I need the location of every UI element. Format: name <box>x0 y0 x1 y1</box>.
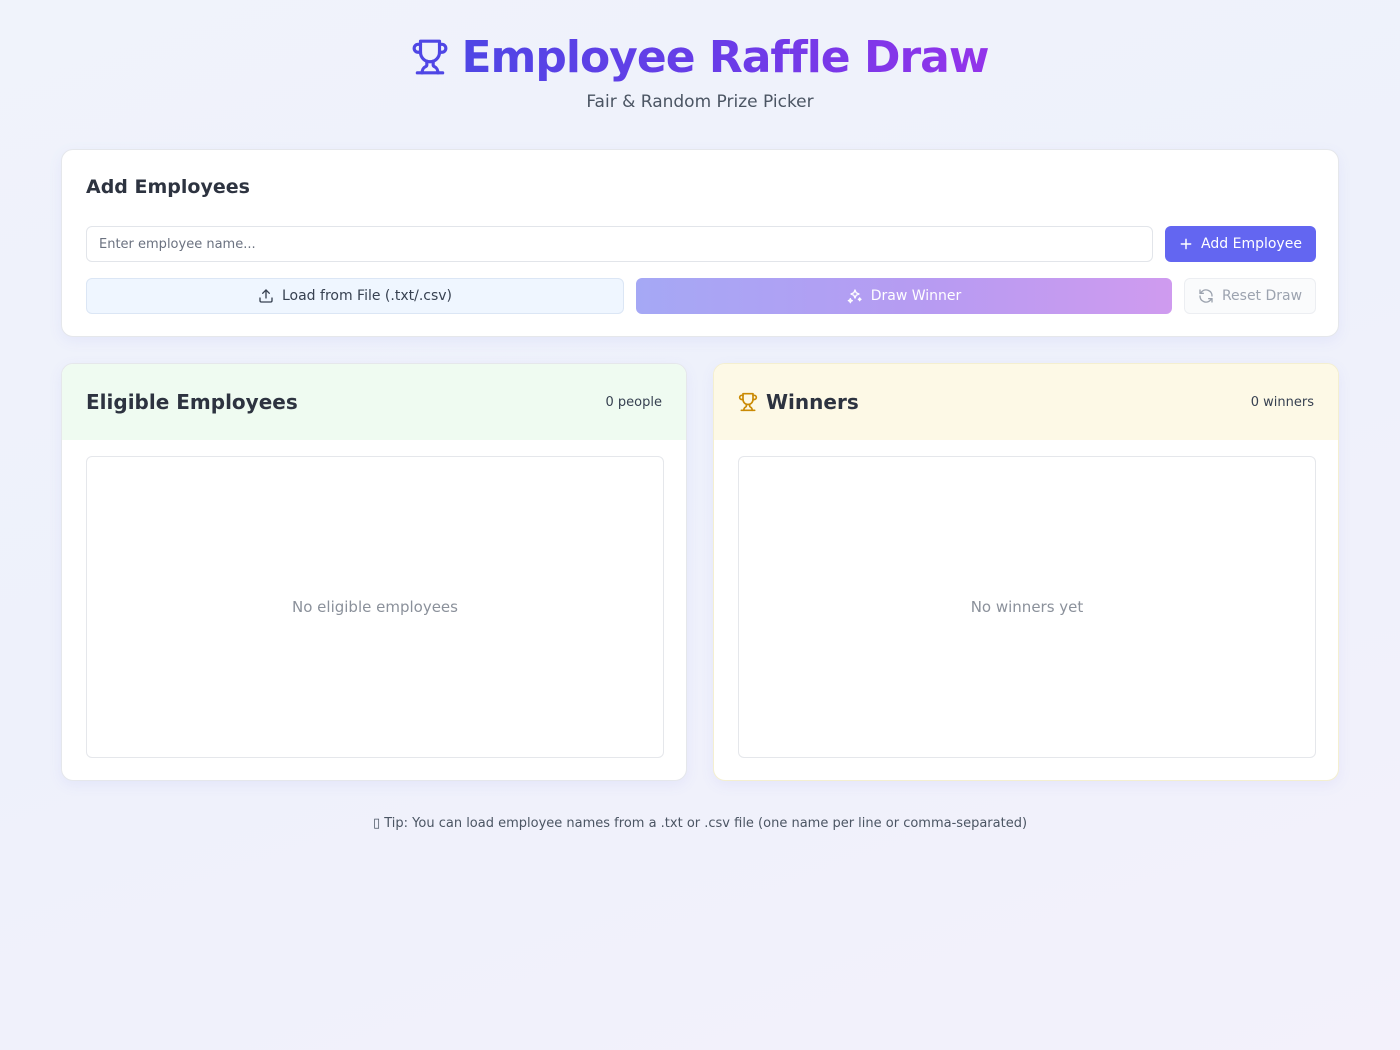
trophy-icon <box>411 37 449 77</box>
page-subtitle: Fair & Random Prize Picker <box>586 92 814 112</box>
winners-count: 0 winners <box>1250 394 1314 410</box>
plus-icon <box>1179 237 1193 251</box>
add-employee-button[interactable]: Add Employee <box>1165 226 1316 262</box>
eligible-empty-text: No eligible employees <box>292 598 458 616</box>
page-title: Employee Raffle Draw <box>461 31 989 83</box>
draw-winner-label: Draw Winner <box>870 288 962 304</box>
add-employees-title: Add Employees <box>86 176 250 198</box>
reset-draw-button[interactable]: Reset Draw <box>1184 278 1316 314</box>
winners-panel-heading: Winners <box>738 390 859 414</box>
winners-panel-title: Winners <box>766 390 859 414</box>
winners-panel: Winners 0 winners No winners yet <box>713 363 1339 781</box>
eligible-panel-title: Eligible Employees <box>86 390 298 414</box>
title-row: Employee Raffle Draw <box>0 28 1400 86</box>
upload-icon <box>258 288 274 304</box>
draw-winner-button[interactable]: Draw Winner <box>636 278 1172 314</box>
sparkles-icon <box>847 288 863 304</box>
winners-list: No winners yet <box>738 456 1316 758</box>
add-employee-label: Add Employee <box>1201 236 1302 252</box>
eligible-count: 0 people <box>605 394 662 410</box>
eligible-panel-header: Eligible Employees 0 people <box>62 364 686 440</box>
winners-empty-text: No winners yet <box>970 598 1084 616</box>
eligible-employees-panel: Eligible Employees 0 people No eligible … <box>61 363 687 781</box>
add-employees-card: Add Employees Add Employee Load from Fil… <box>61 149 1339 337</box>
trophy-icon <box>738 392 758 412</box>
load-from-file-label: Load from File (.txt/.csv) <box>281 288 453 304</box>
load-from-file-button[interactable]: Load from File (.txt/.csv) <box>86 278 624 314</box>
employee-name-input[interactable] <box>86 226 1153 262</box>
winners-panel-header: Winners 0 winners <box>714 364 1338 440</box>
page-header: Employee Raffle Draw Fair & Random Prize… <box>0 28 1400 112</box>
refresh-icon <box>1198 288 1214 304</box>
eligible-employees-list: No eligible employees <box>86 456 664 758</box>
tip-text: ▯ Tip: You can load employee names from … <box>372 816 1028 831</box>
reset-draw-label: Reset Draw <box>1221 288 1303 304</box>
